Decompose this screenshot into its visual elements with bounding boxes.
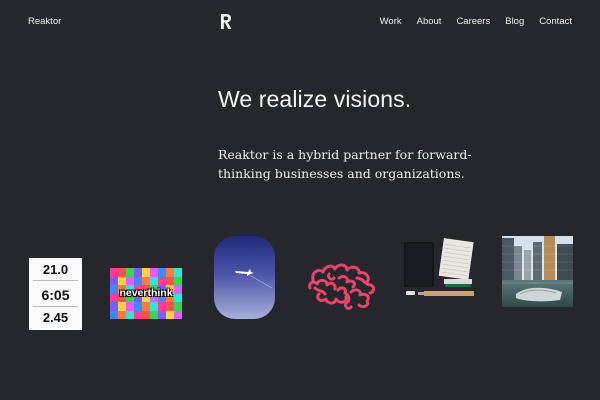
nav-work[interactable]: Work — [380, 16, 402, 27]
mosaic-cell — [134, 302, 142, 311]
mosaic-cell — [126, 268, 134, 277]
hero-title: We realize visions. — [218, 86, 412, 112]
mosaic-cell — [126, 276, 134, 285]
stats-tile[interactable]: 21.0 6:05 2.45 — [29, 258, 82, 330]
mosaic-cell — [158, 276, 166, 285]
nav-blog[interactable]: Blog — [505, 16, 524, 27]
mosaic-cell — [174, 302, 182, 311]
nav-contact[interactable]: Contact — [539, 16, 572, 27]
mosaic-cell — [166, 268, 174, 277]
mosaic-cell — [134, 268, 142, 277]
brain-icon — [308, 263, 375, 310]
mosaic-cell — [118, 276, 126, 285]
nav-careers[interactable]: Careers — [456, 16, 490, 27]
mosaic-cell — [142, 302, 150, 311]
mosaic-cell — [158, 310, 166, 319]
stat-value-3: 2.45 — [42, 310, 69, 325]
mosaic-cell — [134, 310, 142, 319]
mosaic-cell — [166, 302, 174, 311]
mosaic-cell — [142, 310, 150, 319]
divider — [33, 306, 78, 307]
mosaic-cell — [150, 268, 158, 277]
mosaic-cell — [174, 310, 182, 319]
mosaic-cell — [158, 302, 166, 311]
city-photo — [502, 236, 573, 307]
mosaic-cell — [166, 310, 174, 319]
site-header: Reaktor Work About Careers Blog Contact — [0, 0, 600, 44]
neverthink-wordmark: neverthink — [119, 287, 173, 299]
stat-value-1: 21.0 — [42, 262, 69, 277]
mosaic-cell — [126, 310, 134, 319]
mosaic-cell — [110, 310, 118, 319]
stat-value-2: 6:05 — [41, 287, 70, 303]
brand-link[interactable]: Reaktor — [28, 16, 61, 27]
mosaic-cell — [126, 302, 134, 311]
brain-illustration[interactable] — [305, 258, 379, 312]
airplane-window-image[interactable] — [214, 236, 275, 319]
mosaic-cell — [150, 276, 158, 285]
city-harbor-image[interactable] — [502, 236, 573, 307]
mosaic-cell — [110, 276, 118, 285]
mosaic-cell — [118, 268, 126, 277]
mosaic-cell — [110, 302, 118, 311]
airplane-icon — [235, 269, 273, 289]
nav-about[interactable]: About — [417, 16, 442, 27]
desk-items-icon — [404, 238, 474, 296]
neverthink-tile[interactable]: neverthink — [110, 268, 182, 319]
mosaic-cell — [150, 310, 158, 319]
hero-subtitle: Reaktor is a hybrid partner for forward-… — [218, 147, 472, 181]
mosaic-cell — [174, 268, 182, 277]
mosaic-cell — [166, 276, 174, 285]
mosaic-cell — [142, 268, 150, 277]
mosaic-cell — [118, 310, 126, 319]
mosaic-cell — [174, 276, 182, 285]
mosaic-cell — [158, 268, 166, 277]
mosaic-cell — [110, 268, 118, 277]
divider — [33, 280, 78, 281]
main-nav: Work About Careers Blog Contact — [380, 16, 572, 27]
mosaic-cell — [118, 302, 126, 311]
notebook-desk-image[interactable] — [404, 238, 476, 298]
mosaic-cell — [134, 276, 142, 285]
mosaic-cell — [142, 276, 150, 285]
reaktor-r-logo-icon[interactable] — [219, 13, 233, 30]
mosaic-cell — [150, 302, 158, 311]
